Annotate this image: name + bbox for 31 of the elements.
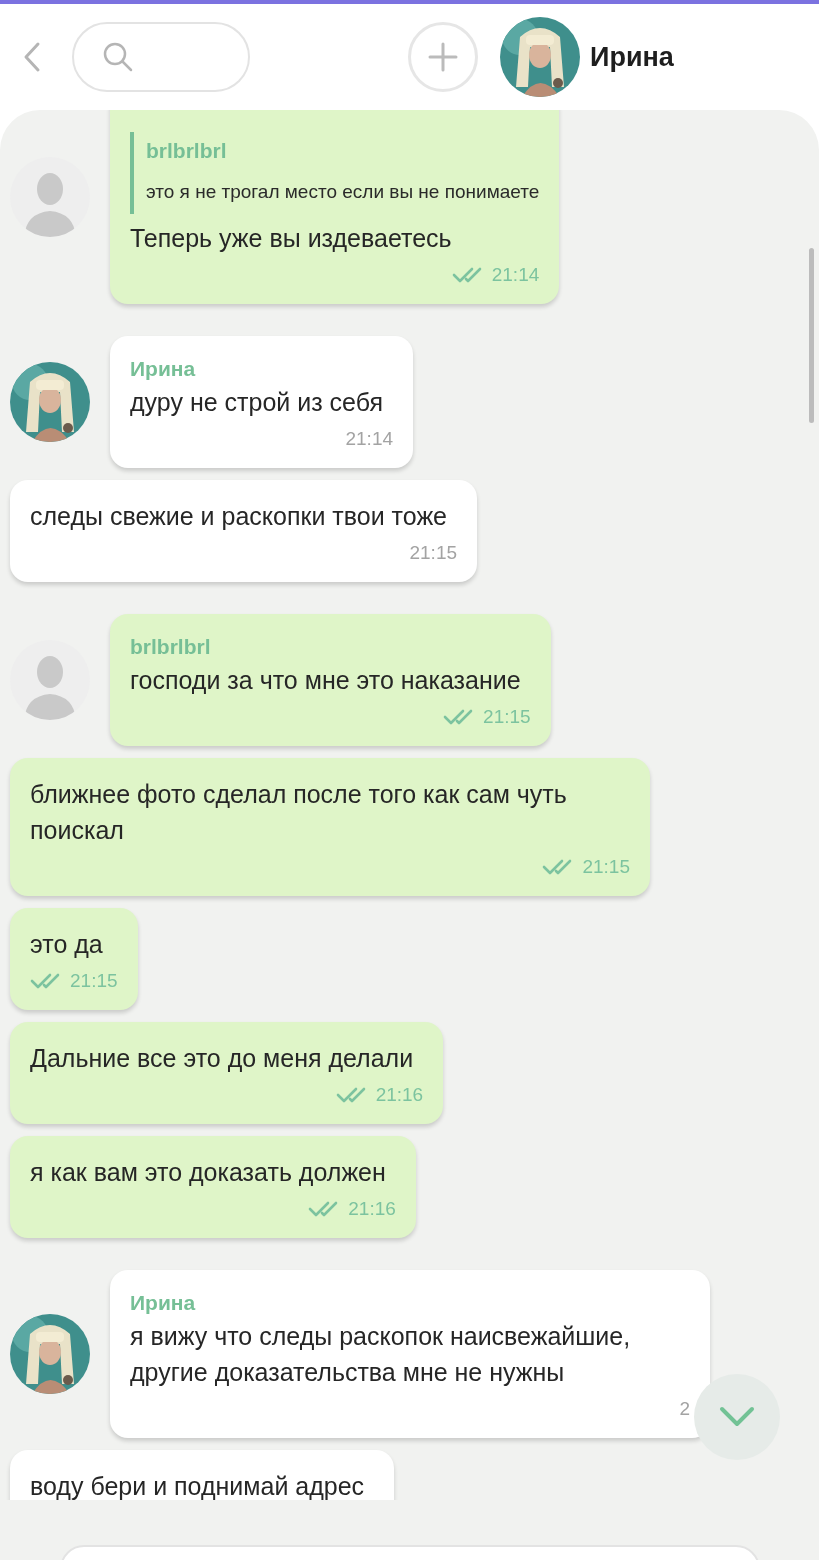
message-text: Дальние все это до меня делали xyxy=(30,1043,415,1074)
back-icon[interactable] xyxy=(22,40,42,74)
quote-sender: brlbrlbrl xyxy=(146,138,228,164)
message-text: ближнее фото сделал после того как сам чуть поискал xyxy=(30,779,568,846)
message-text: я вижу что следы раскопок наисвежайшие, другие доказательства мне не нужны xyxy=(130,1321,632,1388)
message-time: 21:15 xyxy=(582,854,630,879)
message-text: воду бери и поднимай адрес xyxy=(30,1471,366,1500)
sender-name: Ирина xyxy=(130,356,197,382)
contact-name[interactable]: Ирина xyxy=(590,36,674,78)
message-text: господи за что мне это наказание xyxy=(130,665,522,696)
sender-name: Ирина xyxy=(130,1290,197,1316)
add-button[interactable] xyxy=(408,22,478,92)
sender-name: brlbrlbrl xyxy=(130,634,212,660)
message-text: дуру не строй из себя xyxy=(130,387,384,418)
plus-icon xyxy=(428,42,458,72)
search-field[interactable] xyxy=(72,22,250,92)
message-time: 21:15 xyxy=(409,540,458,565)
quote-text: это я не трогал место если вы не понимаете xyxy=(146,180,540,204)
message-time: 21:14 xyxy=(491,262,540,287)
message-time: 21:16 xyxy=(375,1082,424,1107)
message-text: это да xyxy=(30,929,104,960)
message-time: 21:15 xyxy=(483,704,531,729)
message-time: 2 xyxy=(679,1396,690,1421)
message-text: следы свежие и раскопки твои тоже xyxy=(30,501,449,532)
message-text: я как вам это доказать должен xyxy=(30,1157,387,1188)
search-icon xyxy=(102,41,134,73)
message-time: 21:16 xyxy=(348,1196,396,1221)
chevron-down-icon xyxy=(719,1406,755,1428)
message-text: Теперь уже вы издеваетесь xyxy=(130,223,453,254)
message-time: 21:15 xyxy=(70,968,118,993)
message-time: 21:14 xyxy=(345,426,393,451)
